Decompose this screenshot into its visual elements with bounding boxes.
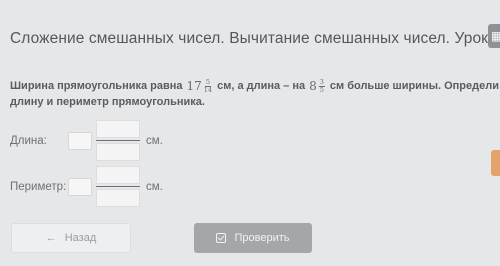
check-button-label: Проверить xyxy=(234,232,290,244)
width-denominator: 14 xyxy=(203,85,213,94)
length-denominator-input[interactable] xyxy=(96,143,140,161)
perimeter-answer-row: Периметр: см. xyxy=(10,166,163,207)
perimeter-label: Периметр: xyxy=(10,180,67,193)
lesson-title: Сложение смешанных чисел. Вычитание смеш… xyxy=(10,30,500,47)
perimeter-denominator-input[interactable] xyxy=(96,189,140,207)
length-whole-input[interactable] xyxy=(68,131,92,150)
width-mixed-number: 17 5 14 xyxy=(187,78,213,94)
length-fraction-input xyxy=(96,120,140,161)
length-label: Длина: xyxy=(10,134,47,147)
grid-icon[interactable]: ▦ xyxy=(488,24,500,48)
back-button-label: Назад xyxy=(64,232,97,244)
arrow-left-icon: ← xyxy=(45,232,57,244)
difference-whole: 8 xyxy=(309,79,317,93)
task-text-part-4: длину и периметр прямоугольника. xyxy=(10,96,205,108)
task-text: Ширина прямоугольника равна 17 5 14 см, … xyxy=(10,78,499,110)
checkbox-icon xyxy=(216,233,227,243)
length-numerator-input[interactable] xyxy=(96,120,140,138)
perimeter-fraction-input xyxy=(96,166,140,207)
check-button[interactable]: Проверить xyxy=(194,223,312,253)
fraction-bar xyxy=(96,186,140,187)
perimeter-numerator-input[interactable] xyxy=(96,166,140,184)
task-text-part-3: см больше ширины. Определи xyxy=(329,80,499,92)
length-answer-row: Длина: см. xyxy=(10,120,163,161)
perimeter-whole-input[interactable] xyxy=(68,177,92,196)
task-text-part-1: Ширина прямоугольника равна xyxy=(10,80,183,92)
difference-mixed-number: 8 3 5 xyxy=(309,78,325,94)
fraction-bar xyxy=(96,140,140,141)
difference-denominator: 5 xyxy=(319,85,324,94)
length-unit: см. xyxy=(146,134,163,147)
width-whole: 17 xyxy=(186,79,202,93)
side-tab[interactable] xyxy=(491,150,500,176)
task-text-part-2: см, а длина – на xyxy=(217,80,306,92)
perimeter-unit: см. xyxy=(146,180,163,193)
back-button[interactable]: ← Назад xyxy=(11,223,131,253)
